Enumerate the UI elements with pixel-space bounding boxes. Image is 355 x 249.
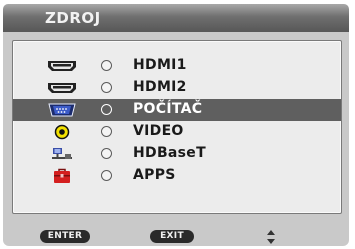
source-item-video[interactable]: VIDEO: [13, 121, 341, 143]
source-item-hdmi1[interactable]: HDMI1: [13, 55, 341, 77]
radio-button-selected[interactable]: [101, 104, 112, 115]
enter-key-hint: ENTER: [40, 230, 90, 243]
radio-button[interactable]: [101, 170, 112, 181]
source-item-apps[interactable]: APPS: [13, 165, 341, 187]
key-hint-bar: ENTER EXIT: [3, 229, 349, 246]
source-list: HDMI1 HDMI2 POČÍTAČ VIDEO HDBaseT APPS: [12, 40, 342, 214]
source-label: POČÍTAČ: [133, 101, 203, 117]
hdbaset-network-icon: [46, 143, 78, 165]
hdmi-port-icon: [46, 55, 78, 77]
source-item-hdmi2[interactable]: HDMI2: [13, 77, 341, 99]
source-item-computer[interactable]: POČÍTAČ: [13, 99, 341, 121]
vga-port-icon: [46, 99, 78, 121]
menu-title: ZDROJ: [45, 9, 101, 27]
source-menu: ZDROJ HDMI1 HDMI2 POČÍTAČ VIDEO HDBaseT …: [3, 4, 349, 246]
source-item-hdbaset[interactable]: HDBaseT: [13, 143, 341, 165]
source-label: HDBaseT: [133, 145, 206, 161]
source-label: HDMI1: [133, 57, 187, 73]
source-label: VIDEO: [133, 123, 184, 139]
menu-title-bar: ZDROJ: [3, 4, 349, 32]
radio-button[interactable]: [101, 60, 112, 71]
hdmi-port-icon: [46, 77, 78, 99]
video-jack-icon: [46, 121, 78, 143]
exit-key-hint: EXIT: [150, 230, 194, 243]
radio-button[interactable]: [101, 82, 112, 93]
apps-toolbox-icon: [46, 165, 78, 187]
source-label: APPS: [133, 167, 176, 183]
radio-button[interactable]: [101, 148, 112, 159]
radio-button[interactable]: [101, 126, 112, 137]
menu-frame: HDMI1 HDMI2 POČÍTAČ VIDEO HDBaseT APPS E…: [3, 32, 349, 246]
up-down-arrows-icon: [266, 229, 276, 245]
source-label: HDMI2: [133, 79, 187, 95]
